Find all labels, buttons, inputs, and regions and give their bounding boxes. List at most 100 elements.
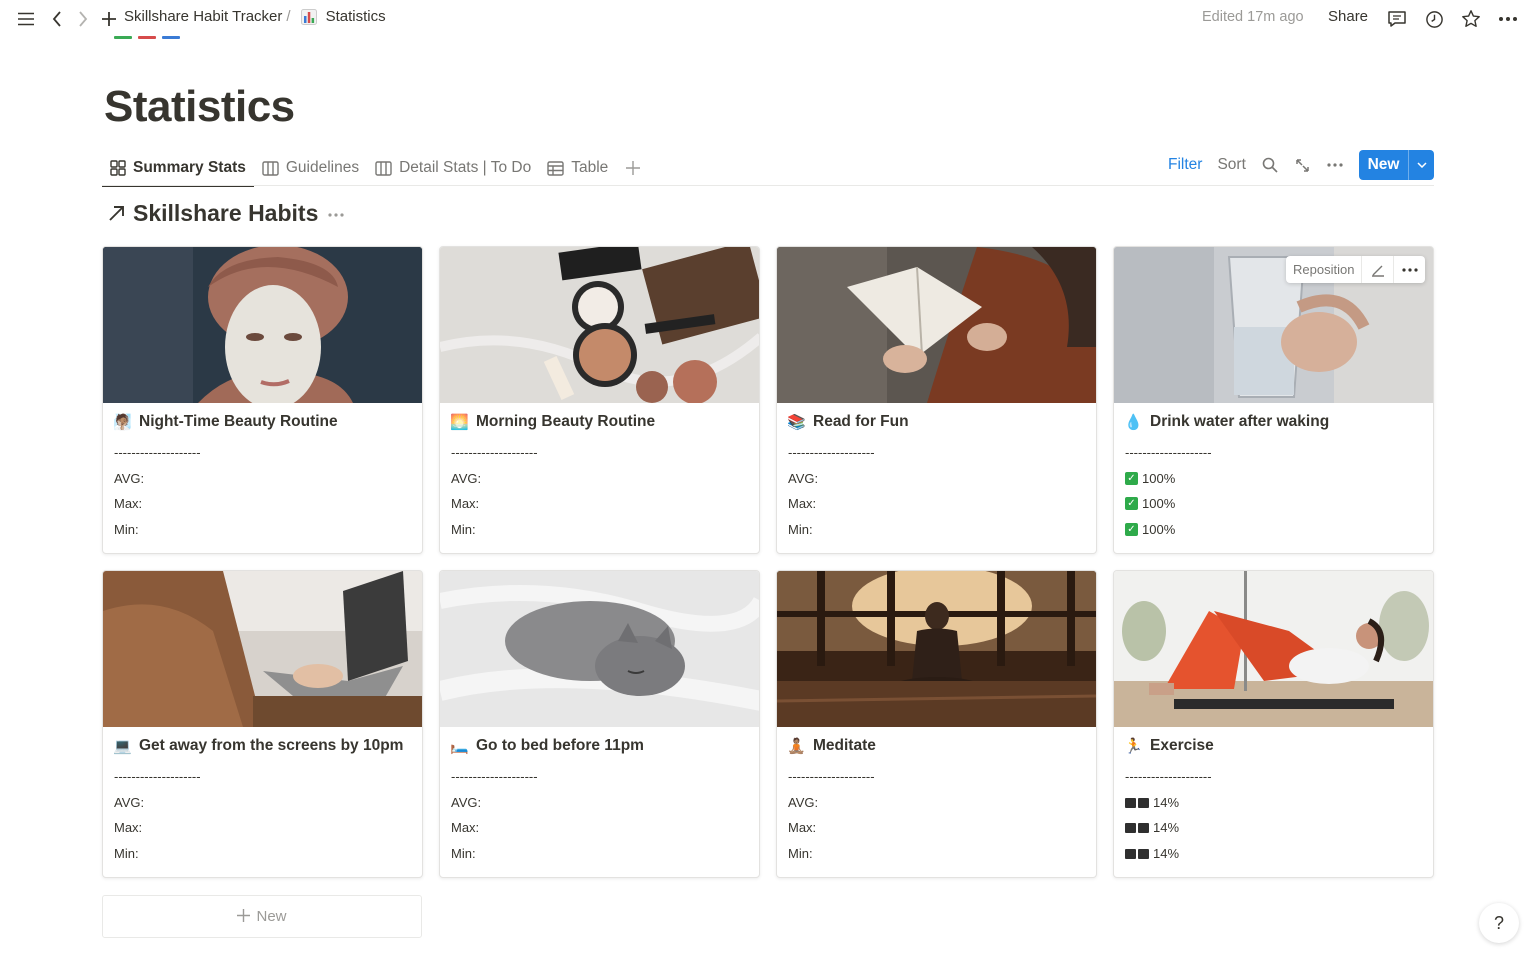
forward-arrow-icon[interactable] <box>70 6 96 32</box>
card-title-text: Read for Fun <box>813 413 909 430</box>
card-max: Max: <box>788 496 817 511</box>
cover-image-meditation <box>777 571 1096 727</box>
cover-image-exercise <box>1114 571 1433 727</box>
breadcrumb-separator: / <box>286 8 291 25</box>
add-page-icon[interactable] <box>96 6 122 32</box>
menu-icon[interactable] <box>13 6 39 32</box>
gallery-card-exercise[interactable]: 🏃 Exercise -------------------- 14% 14% … <box>1113 570 1434 878</box>
tab-table[interactable]: Table <box>539 152 616 184</box>
card-min: ✓ 100% <box>1125 522 1175 537</box>
card-divider-text: -------------------- <box>114 445 201 460</box>
color-strip-red <box>138 36 156 39</box>
card-title-text: Meditate <box>813 737 876 754</box>
progress-block-icon <box>1138 797 1149 808</box>
cover-image-face-mask <box>103 247 422 403</box>
search-icon[interactable] <box>1262 157 1278 173</box>
cover-image-makeup <box>440 247 759 403</box>
card-max: Max: <box>788 820 817 835</box>
card-title: 💧 Drink water after waking <box>1124 413 1329 431</box>
share-button[interactable]: Share <box>1328 8 1368 25</box>
card-min: Min: <box>114 522 139 537</box>
card-avg: AVG: <box>114 795 145 810</box>
progress-block-icon <box>1138 848 1149 859</box>
board-icon <box>375 160 392 176</box>
back-arrow-icon[interactable] <box>44 6 70 32</box>
card-emoji: 📚 <box>787 414 806 431</box>
card-max: ✓ 100% <box>1125 496 1175 511</box>
gallery-card-screens[interactable]: 💻 Get away from the screens by 10pm ----… <box>102 570 423 878</box>
card-avg: AVG: <box>788 471 819 486</box>
view-more-icon[interactable] <box>1327 163 1343 167</box>
history-clock-icon[interactable] <box>1421 6 1447 32</box>
tab-label: Detail Stats | To Do <box>399 159 532 176</box>
help-button[interactable]: ? <box>1479 903 1519 943</box>
more-options-icon[interactable] <box>1495 6 1521 32</box>
gallery-card-meditate[interactable]: 🧘🏽 Meditate -------------------- AVG: Ma… <box>776 570 1097 878</box>
new-button-label: New <box>1367 156 1400 173</box>
section-more-icon[interactable] <box>328 204 344 222</box>
card-title: 🛏️ Go to bed before 11pm <box>450 737 644 755</box>
linked-database-heading: Skillshare Habits <box>108 198 344 228</box>
add-new-card-button[interactable]: New <box>102 895 422 938</box>
top-bar: Skillshare Habit Tracker / Statistics Ed… <box>0 0 1536 39</box>
card-divider-text: -------------------- <box>451 769 538 784</box>
card-title: 💻 Get away from the screens by 10pm <box>113 737 403 755</box>
progress-block-icon <box>1125 848 1136 859</box>
tab-guidelines[interactable]: Guidelines <box>254 152 367 184</box>
board-icon <box>262 160 279 176</box>
card-min: Min: <box>788 522 813 537</box>
gallery-icon <box>110 160 126 176</box>
card-emoji: 🧘🏽 <box>787 738 806 755</box>
gallery-card-night-beauty[interactable]: 🧖🏽 Night-Time Beauty Routine -----------… <box>102 246 423 554</box>
card-max: 14% <box>1125 820 1179 835</box>
breadcrumb-workspace[interactable]: Skillshare Habit Tracker <box>124 8 282 25</box>
card-title: 📚 Read for Fun <box>787 413 909 431</box>
card-avg: 14% <box>1125 795 1179 810</box>
tab-summary-stats[interactable]: Summary Stats <box>102 152 254 187</box>
edit-pencil-icon[interactable] <box>1361 256 1393 283</box>
link-arrow-icon <box>108 205 125 222</box>
card-avg: AVG: <box>114 471 145 486</box>
cover-hover-menu: Reposition <box>1286 256 1426 283</box>
card-emoji: 💻 <box>113 738 132 755</box>
card-min: Min: <box>114 846 139 861</box>
gallery-card-morning-beauty[interactable]: 🌅 Morning Beauty Routine ---------------… <box>439 246 760 554</box>
chevron-down-icon[interactable] <box>1409 162 1434 168</box>
favorite-star-icon[interactable] <box>1458 6 1484 32</box>
card-max: Max: <box>114 820 143 835</box>
sort-button[interactable]: Sort <box>1217 156 1245 174</box>
add-view-icon[interactable] <box>616 152 657 184</box>
comments-icon[interactable] <box>1384 6 1410 32</box>
new-button[interactable]: New <box>1359 150 1434 180</box>
expand-icon[interactable] <box>1295 158 1310 173</box>
checkmark-icon: ✓ <box>1125 523 1138 536</box>
view-toolbar: Filter Sort <box>1168 150 1343 180</box>
help-label: ? <box>1493 912 1504 933</box>
card-max: Max: <box>451 820 480 835</box>
card-min-value: 100% <box>1142 522 1176 537</box>
breadcrumb: Skillshare Habit Tracker / Statistics <box>124 8 386 25</box>
tab-detail-stats[interactable]: Detail Stats | To Do <box>367 152 539 184</box>
card-title-text: Drink water after waking <box>1150 413 1330 430</box>
cover-image-sleeping-cat <box>440 571 759 727</box>
gallery-card-read-for-fun[interactable]: 📚 Read for Fun -------------------- AVG:… <box>776 246 1097 554</box>
card-avg: AVG: <box>788 795 819 810</box>
gallery-card-bedtime[interactable]: 🛏️ Go to bed before 11pm ---------------… <box>439 570 760 878</box>
card-more-icon[interactable] <box>1393 256 1425 283</box>
section-title[interactable]: Skillshare Habits <box>133 200 318 227</box>
card-divider-text: -------------------- <box>1125 445 1212 460</box>
checkmark-icon: ✓ <box>1125 497 1138 510</box>
card-max: Max: <box>451 496 480 511</box>
edited-status: Edited 17m ago <box>1202 9 1304 25</box>
reposition-button[interactable]: Reposition <box>1286 262 1361 277</box>
gallery-card-drink-water[interactable]: 💧 Drink water after waking -------------… <box>1113 246 1434 554</box>
card-divider-text: -------------------- <box>451 445 538 460</box>
filter-button[interactable]: Filter <box>1168 156 1202 174</box>
color-strip-green <box>114 36 132 39</box>
breadcrumb-page[interactable]: Statistics <box>326 8 386 25</box>
card-avg: ✓ 100% <box>1125 471 1175 486</box>
card-avg: AVG: <box>451 795 482 810</box>
card-emoji: 🏃 <box>1124 738 1143 755</box>
card-max-value: 14% <box>1153 820 1180 835</box>
page-title: Statistics <box>104 82 295 131</box>
